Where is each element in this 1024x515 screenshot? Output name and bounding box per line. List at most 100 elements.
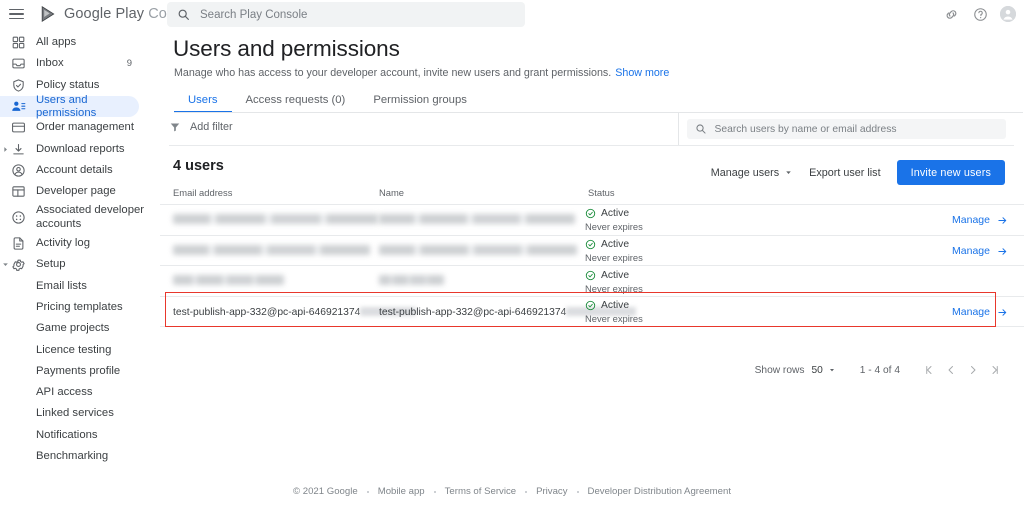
prev-page-icon[interactable] <box>940 359 962 381</box>
sidebar-subitem-benchmarking[interactable]: Benchmarking <box>0 445 160 466</box>
manage-user-link[interactable]: Manage <box>952 214 1008 226</box>
inbox-icon <box>10 55 27 72</box>
help-icon[interactable] <box>971 5 989 23</box>
redacted-name <box>379 213 575 224</box>
sidebar-subitem-linked-services[interactable]: Linked services <box>0 403 160 424</box>
rows-per-page-select[interactable]: 50 <box>811 365 835 376</box>
sidebar-subitem-label: Payments profile <box>36 364 121 377</box>
filter-row-divider <box>169 145 1014 146</box>
status-badge: Active <box>601 269 630 281</box>
chevron-right-icon[interactable] <box>1 145 9 153</box>
table-row[interactable]: test-publish-app-332@pc-api-646921374 tes… <box>160 296 1024 327</box>
user-name-text: test-publish-app-332@pc-api-646921374 <box>379 306 567 318</box>
sidebar-item-label: Setup <box>36 257 66 270</box>
user-email-text: test-publish-app-332@pc-api-646921374 <box>173 306 361 318</box>
logo-brand: Google Play <box>64 6 145 22</box>
sidebar-subitem-email-lists[interactable]: Email lists <box>0 275 160 296</box>
filter-funnel-icon <box>169 121 181 133</box>
show-rows-label: Show rows <box>754 364 805 376</box>
card-icon <box>10 119 27 136</box>
manage-label: Manage <box>952 306 990 319</box>
sidebar-item-account-details[interactable]: Account details <box>0 160 160 181</box>
main-content: Users and permissions Manage who has acc… <box>160 28 1024 515</box>
sidebar-item-label: Developer page <box>36 185 116 198</box>
table-row[interactable]: Active Never expires Manage <box>160 204 1024 235</box>
tab-access-requests-0[interactable]: Access requests (0) <box>232 94 360 113</box>
export-user-list-label: Export user list <box>809 166 881 179</box>
download-icon <box>10 141 27 158</box>
sidebar-item-associated-developer-accounts[interactable]: Associated developer accounts <box>0 202 160 232</box>
sidebar-subitem-game-projects[interactable]: Game projects <box>0 318 160 339</box>
play-triangle-icon <box>39 5 58 24</box>
global-search-input[interactable]: Search Play Console <box>167 2 525 27</box>
account-avatar[interactable] <box>1000 6 1016 22</box>
add-filter-label: Add filter <box>190 121 233 133</box>
user-count-heading: 4 users <box>173 158 224 174</box>
last-page-icon[interactable] <box>984 359 1006 381</box>
cell-email <box>173 266 284 297</box>
tab-bar: Users Access requests (0) Permission group… <box>174 86 481 114</box>
sidebar-item-all-apps[interactable]: All apps <box>0 32 160 53</box>
status-check-icon <box>585 270 596 281</box>
arrow-right-icon <box>997 215 1008 226</box>
status-expiry: Never expires <box>585 221 643 233</box>
page-subtitle: Manage who has access to your developer … <box>174 67 669 79</box>
sidebar-subitem-licence-testing[interactable]: Licence testing <box>0 339 160 360</box>
cell-status: Active Never expires <box>585 297 643 328</box>
show-more-link[interactable]: Show more <box>615 67 669 79</box>
manage-users-dropdown[interactable]: Manage users <box>711 167 793 179</box>
table-row[interactable]: Active Never expires <box>160 265 1024 296</box>
sidebar-item-label: Activity log <box>36 236 90 249</box>
link-icon[interactable] <box>942 5 960 23</box>
next-page-icon[interactable] <box>962 359 984 381</box>
manage-user-link[interactable]: Manage <box>952 306 1008 318</box>
status-expiry: Never expires <box>585 282 643 294</box>
cell-actions: Manage <box>952 205 1008 236</box>
status-badge: Active <box>601 208 630 220</box>
page-footer: © 2021 Google Mobile app Terms of Service P… <box>0 486 1024 497</box>
table-row[interactable]: Active Never expires Manage <box>160 234 1024 266</box>
chevron-down-icon <box>784 168 793 177</box>
sidebar-subitem-payments-profile[interactable]: Payments profile <box>0 360 160 381</box>
table-body: Active Never expires Manage Active Never… <box>160 204 1024 327</box>
sidebar-subitem-label: Notifications <box>36 428 98 441</box>
sidebar-subitem-notifications[interactable]: Notifications <box>0 424 160 445</box>
redacted-email <box>173 244 370 255</box>
sidebar-item-inbox[interactable]: Inbox 9 <box>0 53 160 74</box>
tab-users[interactable]: Users <box>174 94 232 114</box>
footer-link-mobile-app[interactable]: Mobile app <box>369 486 434 497</box>
cell-name <box>379 266 444 297</box>
arrow-right-icon <box>997 246 1008 257</box>
arrow-right-icon <box>997 307 1008 318</box>
sidebar-item-download-reports[interactable]: Download reports <box>0 138 160 159</box>
sidebar-item-users-and-permissions[interactable]: Users and permissions <box>0 94 139 119</box>
chevron-down-icon[interactable] <box>1 260 9 268</box>
users-table: Email address Name Status Active Never e… <box>160 185 1024 327</box>
sidebar-item-developer-page[interactable]: Developer page <box>0 181 160 202</box>
sidebar-item-order-management[interactable]: Order management <box>0 117 160 138</box>
page-layout-icon <box>10 183 27 200</box>
manage-user-link[interactable]: Manage <box>952 245 1008 257</box>
rows-per-page-value: 50 <box>811 364 823 376</box>
add-filter-button[interactable]: Add filter <box>169 121 233 133</box>
column-header-name: Name <box>379 187 405 198</box>
sidebar-item-label: Associated developer accounts <box>36 204 145 231</box>
user-search-input[interactable]: Search users by name or email address <box>687 119 1006 139</box>
search-icon <box>177 8 190 21</box>
status-check-icon <box>585 300 596 311</box>
sidebar-item-setup[interactable]: Setup <box>0 254 160 275</box>
user-search-placeholder: Search users by name or email address <box>714 123 897 135</box>
first-page-icon[interactable] <box>918 359 940 381</box>
hamburger-menu-icon[interactable] <box>9 5 27 23</box>
sidebar-item-activity-log[interactable]: Activity log <box>0 232 160 253</box>
footer-link-developer-distribution-agreement[interactable]: Developer Distribution Agreement <box>579 486 740 497</box>
invite-new-users-button[interactable]: Invite new users <box>896 160 1005 185</box>
footer-link-terms-of-service[interactable]: Terms of Service <box>436 486 525 497</box>
sidebar-subitem-pricing-templates[interactable]: Pricing templates <box>0 296 160 317</box>
sidebar-subitem-api-access[interactable]: API access <box>0 381 160 402</box>
footer-link-privacy[interactable]: Privacy <box>527 486 576 497</box>
tab-permission-groups[interactable]: Permission groups <box>359 94 481 113</box>
export-user-list-button[interactable]: Export user list <box>809 167 880 179</box>
sidebar-subitem-label: Linked services <box>36 407 114 420</box>
sidebar-subitem-label: Pricing templates <box>36 300 123 313</box>
